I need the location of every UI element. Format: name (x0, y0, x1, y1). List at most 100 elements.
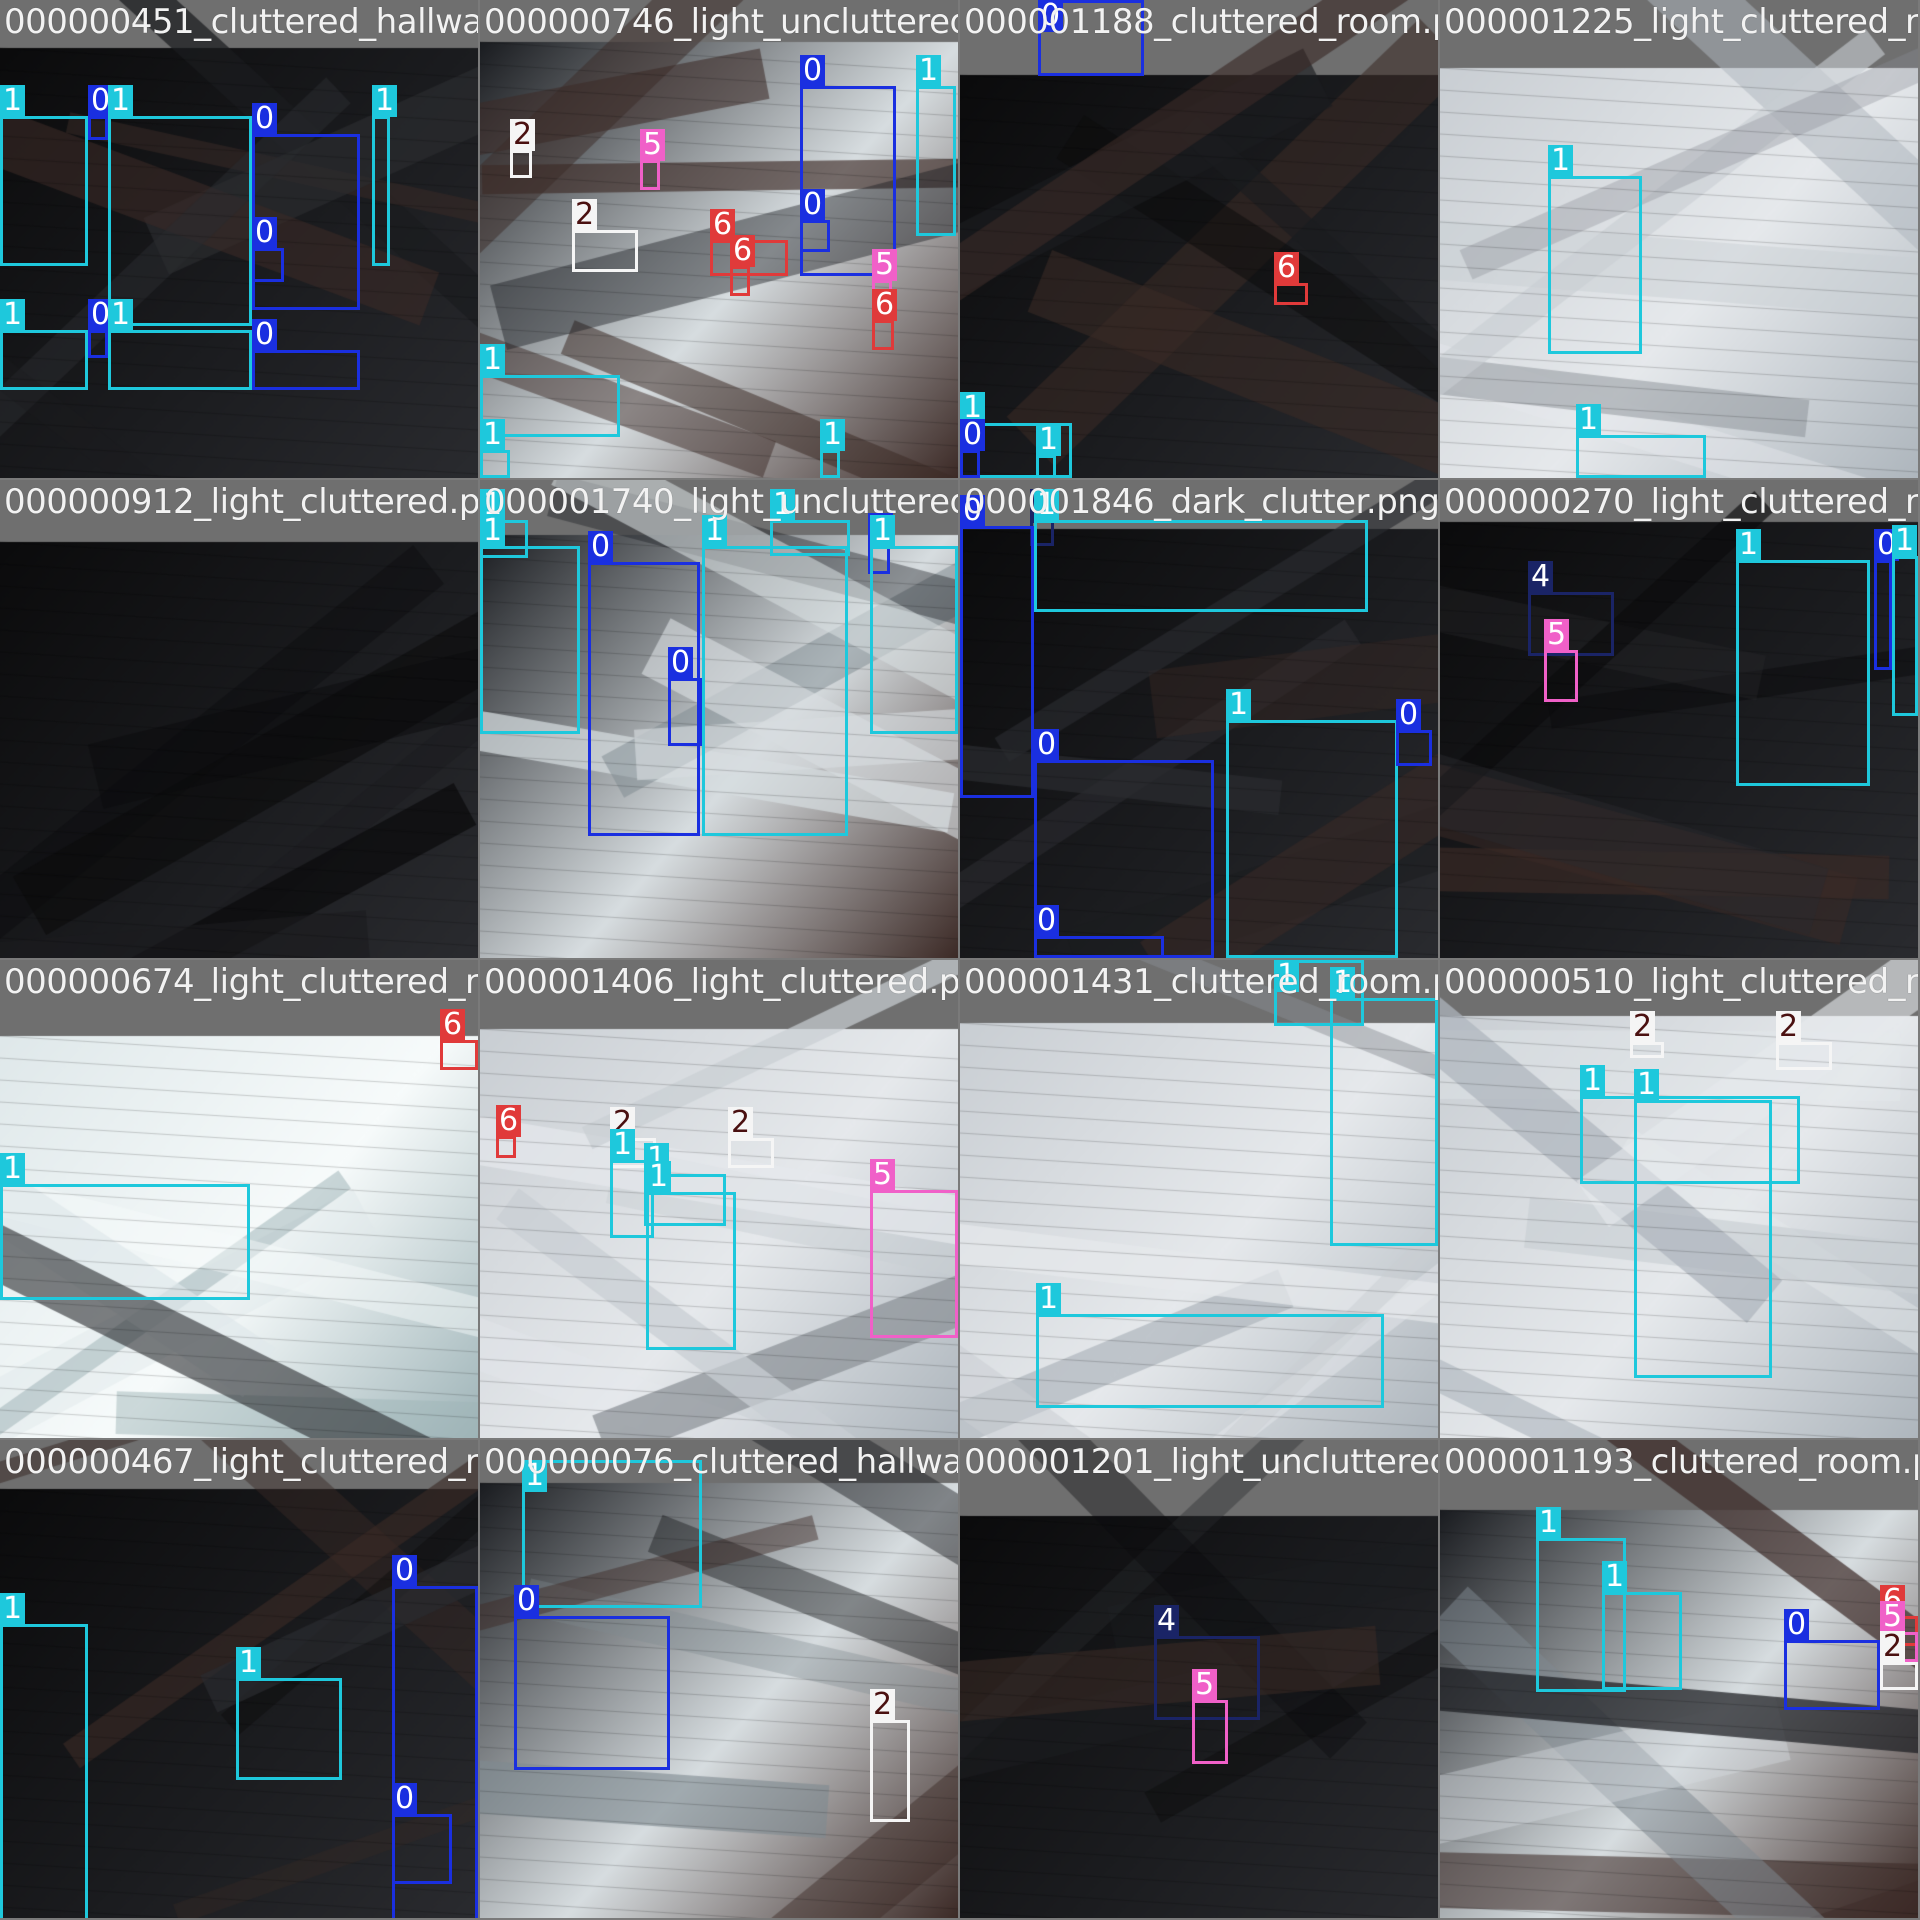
class-label: 2 (1880, 1631, 1906, 1663)
bounding-box-class-2: 2 (1880, 1631, 1918, 1690)
bounding-box-class-0: 0 (668, 647, 702, 746)
class-label: 0 (392, 1555, 418, 1587)
class-label: 1 (0, 1593, 26, 1625)
class-label: 6 (730, 235, 756, 267)
class-label: 1 (1536, 1507, 1562, 1539)
bounding-box-class-6: 6 (1274, 252, 1308, 305)
class-label: 1 (770, 489, 796, 521)
image-tile: 000000674_light_cluttered_r 6 1 (0, 960, 478, 1438)
bounding-box-class-0: 0 (1784, 1609, 1880, 1710)
bounding-box-class-0: 0 (1034, 729, 1214, 958)
bounding-box-class-1: 1 (108, 299, 252, 390)
bounding-box-class-5: 5 (870, 1159, 958, 1338)
class-label: 1 (0, 85, 26, 117)
class-label: 6 (496, 1105, 522, 1137)
scene-photo (0, 480, 478, 958)
bounding-box-class-0: 0 (1038, 0, 1144, 76)
bounding-box-class-1: 1 (0, 85, 88, 266)
bounding-box-class-2: 2 (1776, 1011, 1832, 1070)
class-label: 1 (646, 1161, 672, 1193)
bounding-box-class-0: 0 (1034, 905, 1164, 958)
class-label: 1 (702, 515, 728, 547)
image-tile: 000000076_cluttered_hallway.png102 (480, 1440, 958, 1918)
class-label: 0 (960, 495, 986, 527)
class-label: 1 (820, 419, 846, 451)
image-tile: 000001846_dark_clutter.png4101000 (960, 480, 1438, 958)
bounding-box-class-1: 1 (522, 1460, 702, 1608)
class-label: 0 (960, 419, 986, 451)
class-label: 0 (392, 1783, 418, 1815)
image-tile: 000001740_light_uncluttered.png11001011 (480, 480, 958, 958)
detection-mosaic: 000000451_cluttered_hallway.png101001101… (0, 0, 1920, 1920)
class-label: 0 (800, 55, 826, 87)
bounding-box-class-0: 0 (960, 495, 1034, 798)
class-label: 1 (1226, 689, 1252, 721)
class-label: 1 (108, 299, 134, 331)
class-label: 1 (610, 1129, 636, 1161)
class-label: 5 (870, 1159, 896, 1191)
class-label: 1 (1034, 489, 1060, 521)
class-label: 2 (1630, 1011, 1656, 1043)
bounding-box-class-6: 6 (872, 289, 898, 350)
class-label: 0 (252, 319, 278, 351)
bounding-box-class-0: 0 (392, 1783, 452, 1884)
class-label: 1 (1892, 525, 1918, 557)
image-tile: 000001193_cluttered_room.png110652 (1440, 1440, 1918, 1918)
class-label: 1 (108, 85, 134, 117)
bounding-box-class-1: 1 (1576, 404, 1706, 478)
image-tile: 000000746_light_uncluttered.png252660015… (480, 0, 958, 478)
class-label: 4 (1528, 561, 1554, 593)
class-label: 0 (1034, 729, 1060, 761)
bounding-box-class-1: 1 (1036, 424, 1062, 478)
class-label: 5 (1192, 1669, 1218, 1701)
bounding-box-class-1: 1 (820, 419, 846, 478)
bounding-box-class-1: 1 (480, 515, 580, 734)
bounding-box-class-1: 1 (236, 1647, 342, 1780)
class-label: 0 (1396, 699, 1422, 731)
class-label: 1 (480, 344, 506, 376)
bounding-box-class-1: 1 (480, 419, 510, 478)
bounding-box-class-1: 1 (108, 85, 252, 326)
class-label: 2 (572, 199, 598, 231)
bounding-box-class-5: 5 (1192, 1669, 1228, 1764)
class-label: 1 (0, 1153, 26, 1185)
class-label: 1 (1548, 145, 1574, 177)
class-label: 1 (372, 85, 398, 117)
bounding-box-class-1: 1 (1036, 1283, 1384, 1408)
bounding-box-class-2: 2 (510, 119, 536, 178)
class-label: 1 (236, 1647, 262, 1679)
bounding-box-class-1: 1 (0, 299, 88, 390)
image-tile: 000000912_light_cluttered.png (0, 480, 478, 958)
bounding-box-class-1: 1 (1226, 689, 1398, 958)
bounding-box-class-0: 0 (960, 419, 986, 478)
bounding-box-class-4: 4 (1528, 561, 1614, 656)
bounding-box-class-6: 6 (730, 235, 756, 296)
bounding-box-class-5: 5 (1544, 619, 1578, 702)
class-label: 0 (588, 531, 614, 563)
class-label: 1 (1274, 960, 1300, 992)
class-label: 2 (870, 1689, 896, 1721)
bounding-box-class-0: 0 (88, 85, 114, 140)
class-label: 5 (1544, 619, 1570, 651)
bounding-box-class-1: 1 (916, 55, 956, 236)
bounding-box-class-0: 0 (252, 217, 284, 282)
class-label: 1 (1576, 404, 1602, 436)
bounding-box-class-2: 2 (728, 1107, 774, 1168)
bounding-box-class-1: 1 (0, 1593, 88, 1918)
bounding-box-class-1: 1 (0, 1153, 250, 1300)
class-label: 2 (728, 1107, 754, 1139)
image-tile: 000001188_cluttered_room.png06101 (960, 0, 1438, 478)
image-tile: 000001431_cluttered_room.png111 (960, 960, 1438, 1438)
class-label: 5 (872, 249, 898, 281)
image-tile: 000001406_light_cluttered.png 6 2 2 1 1 1 5 (480, 960, 958, 1438)
class-label: 0 (514, 1585, 540, 1617)
bounding-box-class-6: 6 (496, 1105, 522, 1158)
scene-photo (1440, 0, 1918, 478)
class-label: 6 (872, 289, 898, 321)
bounding-box-class-2: 2 (1630, 1011, 1664, 1058)
class-label: 1 (480, 515, 506, 547)
class-label: 1 (1036, 1283, 1062, 1315)
image-tile: 000000467_light_cluttered_r 1 1 0 0 (0, 1440, 478, 1918)
bounding-box-class-2: 2 (572, 199, 638, 272)
bounding-box-class-6: 6 (440, 1009, 478, 1070)
